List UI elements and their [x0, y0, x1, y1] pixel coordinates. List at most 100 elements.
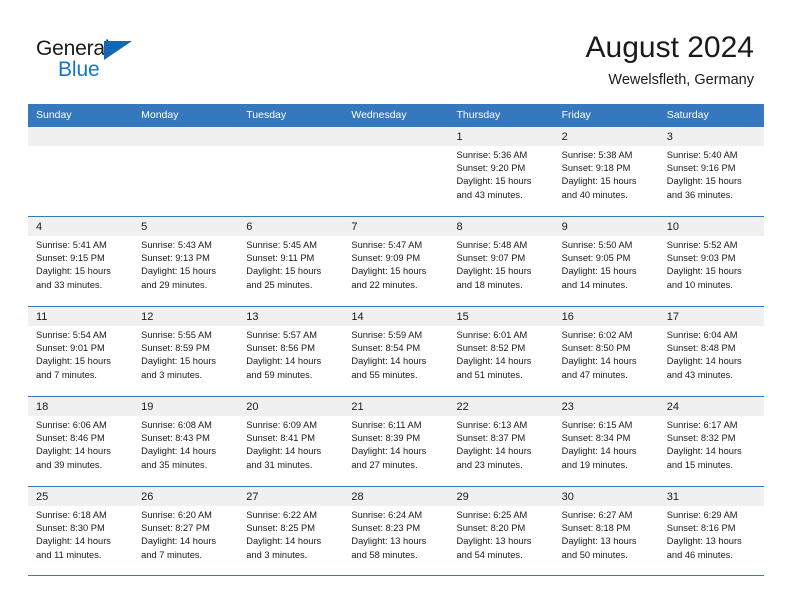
day-number-band: 29 [448, 487, 554, 506]
day-number: 16 [561, 311, 574, 323]
day-cell-20[interactable]: 20 Sunrise: 6:09 AM Sunset: 8:41 PM Dayligh… [238, 397, 344, 486]
day-details: Sunrise: 6:15 AM Sunset: 8:34 PM Daylight:… [554, 416, 659, 472]
day-number-band: 24 [658, 397, 764, 416]
day-cell-empty [238, 127, 344, 216]
weekday-header-friday: Friday [561, 109, 591, 121]
day-details: Sunrise: 6:08 AM Sunset: 8:43 PM Daylight:… [133, 416, 238, 472]
day-cell-10[interactable]: 10 Sunrise: 5:52 AM Sunset: 9:03 PM Dayligh… [658, 217, 764, 306]
day-details: Sunrise: 5:36 AM Sunset: 9:20 PM Daylight:… [449, 146, 554, 202]
day-cell-31[interactable]: 31 Sunrise: 6:29 AM Sunset: 8:16 PM Dayligh… [658, 487, 764, 575]
day-detail-line: and 25 minutes. [246, 279, 313, 290]
day-cell-22[interactable]: 22 Sunrise: 6:13 AM Sunset: 8:37 PM Dayligh… [448, 397, 554, 486]
day-detail-line: Daylight: 15 hours [456, 266, 532, 277]
day-detail-line: Sunrise: 5:38 AM [561, 150, 633, 160]
day-number: 21 [351, 401, 364, 413]
day-cell-21[interactable]: 21 Sunrise: 6:11 AM Sunset: 8:39 PM Dayligh… [343, 397, 449, 486]
day-detail-line: Sunset: 9:07 PM [456, 253, 526, 264]
day-detail-line: and 33 minutes. [36, 279, 103, 290]
day-number-band: 22 [448, 397, 554, 416]
weekday-header-tuesday: Tuesday [246, 109, 287, 121]
day-detail-line: and 14 minutes. [561, 279, 628, 290]
day-cell-18[interactable]: 18 Sunrise: 6:06 AM Sunset: 8:46 PM Dayligh… [28, 397, 134, 486]
day-detail-line: and 19 minutes. [561, 459, 628, 470]
day-detail-line: Sunset: 9:18 PM [561, 163, 631, 174]
day-details: Sunrise: 5:48 AM Sunset: 9:07 PM Daylight:… [449, 236, 554, 292]
day-cell-11[interactable]: 11 Sunrise: 5:54 AM Sunset: 9:01 PM Dayligh… [28, 307, 134, 396]
day-number: 11 [36, 311, 48, 323]
day-cell-29[interactable]: 29 Sunrise: 6:25 AM Sunset: 8:20 PM Dayligh… [448, 487, 554, 575]
day-cell-5[interactable]: 5 Sunrise: 5:43 AM Sunset: 9:13 PM Daylight… [133, 217, 239, 306]
day-number-band: 21 [343, 397, 449, 416]
day-cell-9[interactable]: 9 Sunrise: 5:50 AM Sunset: 9:05 PM Daylight… [553, 217, 659, 306]
day-detail-line: Daylight: 14 hours [246, 446, 322, 457]
day-cell-19[interactable]: 19 Sunrise: 6:08 AM Sunset: 8:43 PM Dayligh… [133, 397, 239, 486]
day-detail-line: Sunrise: 6:06 AM [36, 420, 107, 430]
day-detail-line: and 51 minutes. [456, 369, 523, 380]
day-cell-30[interactable]: 30 Sunrise: 6:27 AM Sunset: 8:18 PM Dayligh… [553, 487, 659, 575]
day-detail-line: Daylight: 14 hours [246, 536, 322, 547]
day-cell-empty [133, 127, 239, 216]
day-number-band: 4 [28, 217, 134, 236]
day-cell-1[interactable]: 1 Sunrise: 5:36 AM Sunset: 9:20 PM Daylight… [448, 127, 554, 216]
day-number-band: 14 [343, 307, 449, 326]
calendar-page: General Blue August 2024 Wewelsfleth, Ge… [0, 0, 792, 612]
day-number: 29 [456, 491, 469, 503]
day-cell-25[interactable]: 25 Sunrise: 6:18 AM Sunset: 8:30 PM Dayligh… [28, 487, 134, 575]
day-number: 6 [246, 221, 253, 233]
day-number-band: 8 [448, 217, 554, 236]
day-cell-23[interactable]: 23 Sunrise: 6:15 AM Sunset: 8:34 PM Dayligh… [553, 397, 659, 486]
day-cell-13[interactable]: 13 Sunrise: 5:57 AM Sunset: 8:56 PM Dayligh… [238, 307, 344, 396]
page-subtitle: Wewelsfleth, Germany [608, 72, 754, 88]
weekday-header-sunday: Sunday [36, 109, 72, 121]
day-detail-line: and 35 minutes. [141, 459, 208, 470]
day-detail-line: Sunset: 9:11 PM [246, 253, 315, 264]
day-number: 10 [666, 221, 679, 233]
day-cell-14[interactable]: 14 Sunrise: 5:59 AM Sunset: 8:54 PM Dayligh… [343, 307, 449, 396]
day-detail-line: Sunrise: 6:18 AM [36, 510, 107, 520]
day-cell-3[interactable]: 3 Sunrise: 5:40 AM Sunset: 9:16 PM Daylight… [658, 127, 764, 216]
day-detail-line: and 7 minutes. [141, 549, 203, 560]
day-cell-27[interactable]: 27 Sunrise: 6:22 AM Sunset: 8:25 PM Dayligh… [238, 487, 344, 575]
day-number: 23 [561, 401, 574, 413]
day-cell-24[interactable]: 24 Sunrise: 6:17 AM Sunset: 8:32 PM Dayligh… [658, 397, 764, 486]
calendar-grid: Sunday Monday Tuesday Wednesday Thursday Frid… [28, 104, 764, 576]
general-blue-logo[interactable]: General Blue [36, 37, 206, 85]
day-details: Sunrise: 6:04 AM Sunset: 8:48 PM Daylight:… [659, 326, 764, 382]
day-detail-line: Sunrise: 6:01 AM [456, 330, 528, 340]
day-detail-line: Sunrise: 5:50 AM [561, 240, 633, 250]
day-detail-line: Sunset: 9:13 PM [141, 253, 210, 264]
calendar-body: 1 Sunrise: 5:36 AM Sunset: 9:20 PM Daylight… [28, 126, 764, 576]
day-detail-line: Daylight: 15 hours [666, 176, 742, 187]
day-detail-line: and 46 minutes. [666, 549, 733, 560]
day-cell-7[interactable]: 7 Sunrise: 5:47 AM Sunset: 9:09 PM Daylight… [343, 217, 449, 306]
day-detail-line: and 27 minutes. [351, 459, 418, 470]
day-cell-26[interactable]: 26 Sunrise: 6:20 AM Sunset: 8:27 PM Dayligh… [133, 487, 239, 575]
day-detail-line: Sunset: 8:48 PM [666, 343, 736, 354]
day-number: 3 [666, 131, 673, 143]
day-cell-4[interactable]: 4 Sunrise: 5:41 AM Sunset: 9:15 PM Daylight… [28, 217, 134, 306]
day-number-band [28, 127, 134, 146]
day-details: Sunrise: 6:13 AM Sunset: 8:37 PM Daylight:… [449, 416, 554, 472]
day-details: Sunrise: 5:59 AM Sunset: 8:54 PM Daylight:… [343, 326, 448, 382]
day-number-band: 13 [238, 307, 344, 326]
day-cell-2[interactable]: 2 Sunrise: 5:38 AM Sunset: 9:18 PM Daylight… [553, 127, 659, 216]
day-detail-line: Daylight: 14 hours [36, 536, 111, 547]
day-detail-line: Sunset: 8:16 PM [666, 523, 736, 534]
day-detail-line: Sunrise: 5:36 AM [456, 150, 528, 160]
day-cell-15[interactable]: 15 Sunrise: 6:01 AM Sunset: 8:52 PM Dayligh… [448, 307, 554, 396]
day-number: 1 [456, 131, 463, 143]
day-number-band: 20 [238, 397, 344, 416]
day-detail-line: and 55 minutes. [351, 369, 418, 380]
day-cell-8[interactable]: 8 Sunrise: 5:48 AM Sunset: 9:07 PM Daylight… [448, 217, 554, 306]
day-cell-28[interactable]: 28 Sunrise: 6:24 AM Sunset: 8:23 PM Dayligh… [343, 487, 449, 575]
day-detail-line: Daylight: 15 hours [351, 266, 427, 277]
day-cell-6[interactable]: 6 Sunrise: 5:45 AM Sunset: 9:11 PM Daylight… [238, 217, 344, 306]
day-detail-line: Sunset: 8:23 PM [351, 523, 421, 534]
day-detail-line: Daylight: 14 hours [141, 536, 217, 547]
day-cell-16[interactable]: 16 Sunrise: 6:02 AM Sunset: 8:50 PM Dayligh… [553, 307, 659, 396]
weekday-header-thursday: Thursday [456, 109, 501, 121]
day-cell-17[interactable]: 17 Sunrise: 6:04 AM Sunset: 8:48 PM Dayligh… [658, 307, 764, 396]
day-cell-12[interactable]: 12 Sunrise: 5:55 AM Sunset: 8:59 PM Dayligh… [133, 307, 239, 396]
day-details: Sunrise: 5:45 AM Sunset: 9:11 PM Daylight:… [238, 236, 343, 292]
day-details: Sunrise: 6:24 AM Sunset: 8:23 PM Daylight:… [343, 506, 448, 562]
